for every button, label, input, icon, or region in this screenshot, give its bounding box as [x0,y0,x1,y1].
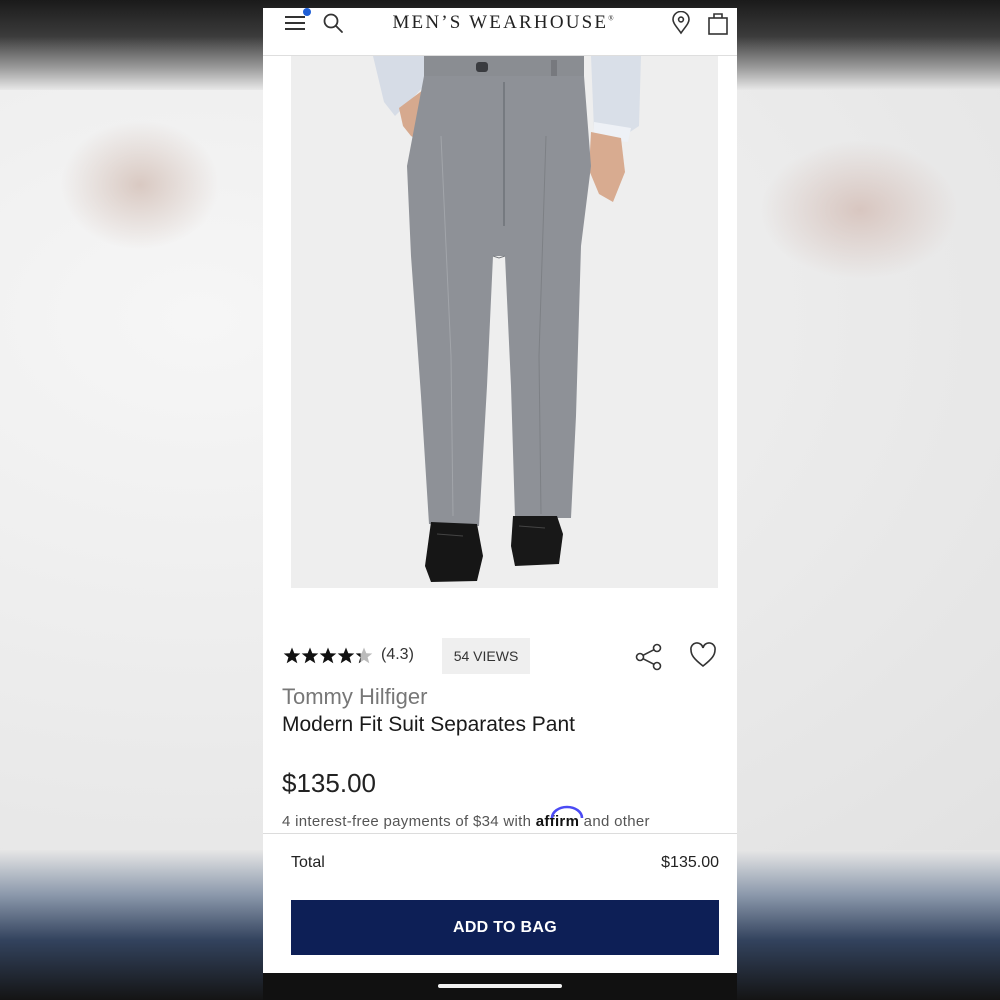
product-brand[interactable]: Tommy Hilfiger [282,684,427,710]
add-to-bag-button[interactable]: ADD TO BAG [291,900,719,955]
search-icon[interactable] [322,12,344,34]
product-price: $135.00 [282,768,376,798]
location-pin-icon[interactable] [670,11,692,35]
affirm-arc-icon [550,805,584,819]
star-icon [319,647,337,664]
brand-logo[interactable]: MEN’S WEARHOUSE® [373,12,633,34]
menu-icon[interactable] [285,14,307,32]
views-badge: 54 VIEWS [442,638,530,674]
total-value: $135.00 [661,854,719,871]
star-icon [337,647,355,664]
star-icon [355,647,373,664]
installments-prefix: 4 interest-free payments of $34 with [282,813,536,830]
rating-row: (4.3) 54 VIEWS [283,638,723,678]
notification-dot [303,8,311,16]
footer-divider [263,833,737,834]
heart-icon[interactable] [689,641,717,669]
star-icon [301,647,319,664]
total-label: Total [291,854,325,871]
home-indicator[interactable] [438,984,562,988]
site-header: MEN’S WEARHOUSE® [263,8,737,56]
star-rating[interactable] [283,645,375,667]
shopping-bag-icon[interactable] [707,10,729,36]
affirm-logo: affirm [536,805,584,830]
installments-suffix: and other [579,813,650,830]
phone-screen: MEN’S WEARHOUSE® (4.3) 54 VIEWS Tommy Hi… [263,8,737,1000]
product-image[interactable] [291,56,718,588]
rating-value: (4.3) [381,646,414,663]
system-nav-bar [263,973,737,1000]
installments-text[interactable]: 4 interest-free payments of $34 with aff… [282,805,732,830]
star-icon [283,647,301,664]
share-icon[interactable] [635,643,663,671]
product-title: Modern Fit Suit Separates Pant [282,713,575,736]
